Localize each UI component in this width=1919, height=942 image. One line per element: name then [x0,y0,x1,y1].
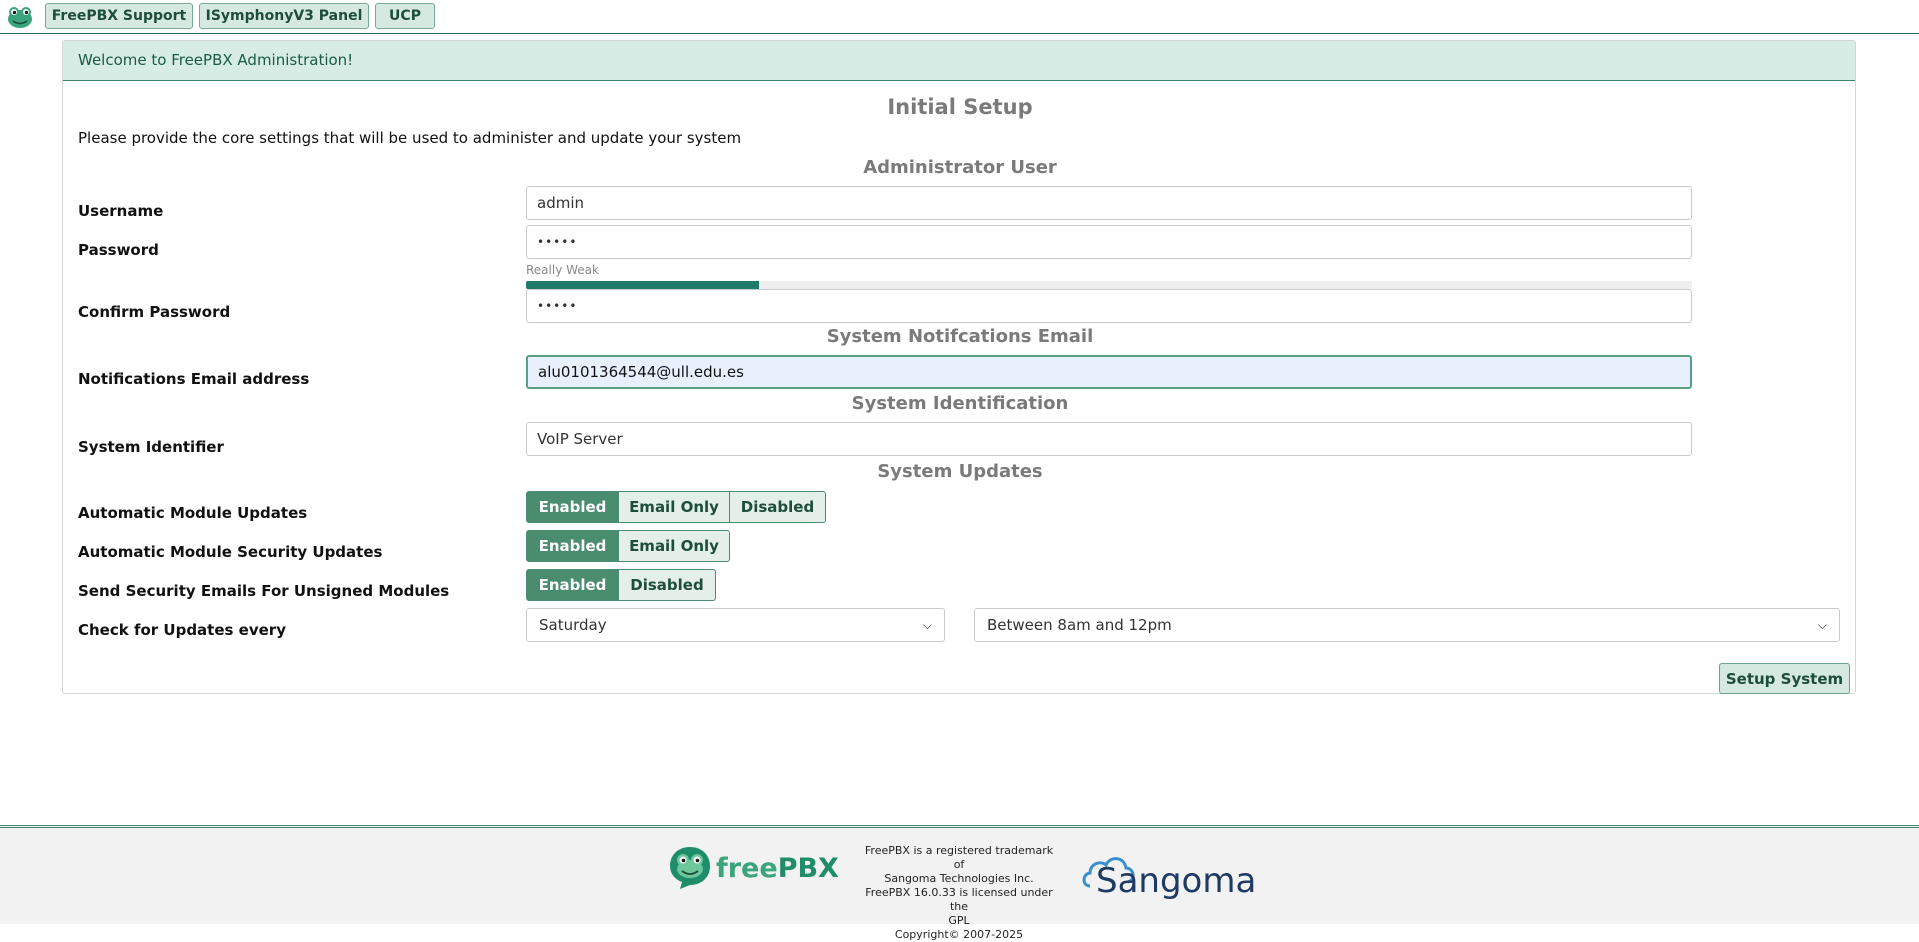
system-identifier-label: System Identifier [78,438,224,456]
module-updates-disabled[interactable]: Disabled [729,491,826,523]
panel-header: Welcome to FreePBX Administration! [63,41,1855,81]
unsigned-modules-enabled[interactable]: Enabled [526,569,619,601]
update-time-value: Between 8am and 12pm [987,616,1172,634]
security-updates-enabled[interactable]: Enabled [526,530,619,562]
username-label: Username [78,202,164,220]
chevron-down-icon: ⌵ [922,617,932,632]
email-label: Notifications Email address [78,370,310,388]
email-input[interactable]: alu0101364544@ull.edu.es [526,355,1692,389]
security-updates-email-only[interactable]: Email Only [618,530,730,562]
intro-text: Please provide the core settings that wi… [78,129,742,147]
confirm-password-input[interactable]: ••••• [526,289,1692,323]
password-strength-label: Really Weak [526,263,599,277]
top-nav-bar: FreePBX Support ISymphonyV3 Panel UCP [0,0,1919,34]
svg-text:Sangoma: Sangoma [1096,861,1256,901]
password-label: Password [78,241,159,259]
module-updates-toggle: Enabled Email Only Disabled [526,491,826,523]
page-title: Initial Setup [887,95,1033,119]
sangoma-logo[interactable]: Sangoma [1082,846,1258,902]
freepbx-logo[interactable]: freePBX [668,845,839,891]
check-updates-label: Check for Updates every [78,621,286,639]
module-updates-email-only[interactable]: Email Only [618,491,730,523]
nav-isymphony-panel-button[interactable]: ISymphonyV3 Panel [199,3,369,29]
section-notifications-email: System Notifcations Email [826,326,1094,347]
security-updates-label: Automatic Module Security Updates [78,543,383,561]
nav-freepbx-support-button[interactable]: FreePBX Support [45,3,193,29]
password-input[interactable]: ••••• [526,225,1692,259]
system-identifier-input[interactable]: VoIP Server [526,422,1692,456]
update-day-value: Saturday [539,616,607,634]
unsigned-modules-label: Send Security Emails For Unsigned Module… [78,582,450,600]
confirm-password-label: Confirm Password [78,303,231,321]
freepbx-frog-icon [670,847,710,889]
section-system-updates: System Updates [877,461,1043,482]
update-day-select[interactable]: Saturday ⌵ [526,608,945,642]
setup-system-button[interactable]: Setup System [1719,663,1850,694]
username-input[interactable]: admin [526,186,1692,220]
legal-text: FreePBX is a registered trademark of San… [864,844,1054,941]
chevron-down-icon: ⌵ [1817,617,1827,632]
module-updates-enabled[interactable]: Enabled [526,491,619,523]
password-strength-fill [526,281,760,289]
welcome-text: Welcome to FreePBX Administration! [78,51,354,69]
freepbx-wordmark: freePBX [716,852,839,884]
nav-ucp-button[interactable]: UCP [375,3,435,29]
unsigned-modules-toggle: Enabled Disabled [526,569,716,601]
freepbx-frog-icon[interactable] [6,5,34,29]
footer: freePBX FreePBX is a registered trademar… [0,825,1919,941]
module-updates-label: Automatic Module Updates [78,504,308,522]
unsigned-modules-disabled[interactable]: Disabled [618,569,716,601]
password-strength-bar [526,281,1692,289]
update-time-select[interactable]: Between 8am and 12pm ⌵ [974,608,1840,642]
section-system-identification: System Identification [851,393,1069,414]
security-updates-toggle: Enabled Email Only [526,530,730,562]
section-admin-user: Administrator User [863,157,1057,178]
initial-setup-panel: Welcome to FreePBX Administration! Initi… [62,40,1856,694]
